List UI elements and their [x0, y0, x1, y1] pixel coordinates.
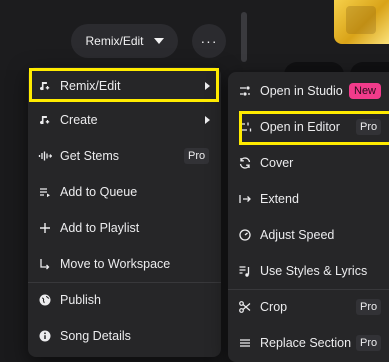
more-options-button[interactable]: ··· — [192, 24, 226, 58]
crop-icon — [238, 300, 252, 314]
menu-item-label: Get Stems — [60, 149, 120, 163]
menu-item-label: Use Styles & Lyrics — [260, 264, 368, 278]
create-icon — [38, 113, 52, 127]
song-context-menu: Remix/Edit Create Get Stems Pro Add to Q… — [28, 67, 221, 357]
menu-item-song-details[interactable]: Song Details — [28, 319, 221, 353]
chevron-right-icon — [205, 116, 210, 124]
menu-item-adjust-speed[interactable]: Adjust Speed — [228, 218, 389, 252]
more-icon: ··· — [200, 33, 218, 49]
info-icon — [38, 329, 52, 343]
menu-item-publish[interactable]: Publish — [28, 283, 221, 317]
menu-item-add-to-playlist[interactable]: Add to Playlist — [28, 211, 221, 245]
menu-item-create[interactable]: Create — [28, 103, 221, 137]
menu-item-label: Cover — [260, 156, 294, 170]
menu-item-label: Add to Playlist — [60, 221, 140, 235]
pro-badge: Pro — [356, 299, 382, 315]
extend-icon — [238, 192, 252, 206]
menu-item-label: Publish — [60, 293, 101, 307]
menu-item-replace-section[interactable]: Replace Section Pro — [228, 326, 389, 360]
styles-lyrics-icon — [238, 264, 252, 278]
scrollbar[interactable] — [241, 12, 247, 62]
remix-edit-button-label: Remix/Edit — [85, 34, 144, 48]
menu-item-cover[interactable]: Cover — [228, 146, 389, 180]
plus-icon — [38, 221, 52, 235]
stems-icon — [38, 149, 52, 163]
pro-badge: Pro — [356, 335, 382, 351]
menu-item-label: Extend — [260, 192, 299, 206]
queue-icon — [38, 185, 52, 199]
highlight-box-open-in-editor — [239, 111, 389, 145]
replace-icon — [238, 336, 252, 350]
menu-item-extend[interactable]: Extend — [228, 182, 389, 216]
menu-item-open-in-studio[interactable]: Open in Studio New — [228, 74, 389, 108]
speed-icon — [238, 228, 252, 242]
menu-item-label: Create — [60, 113, 98, 127]
studio-icon — [238, 84, 252, 98]
menu-item-get-stems[interactable]: Get Stems Pro — [28, 139, 221, 173]
highlight-box-remix-edit — [29, 68, 219, 102]
menu-item-move-to-workspace[interactable]: Move to Workspace — [28, 247, 221, 281]
cover-art-thumbnail[interactable] — [334, 0, 389, 44]
globe-icon — [38, 293, 52, 307]
move-icon — [38, 257, 52, 271]
menu-item-label: Crop — [260, 300, 288, 314]
pro-badge: Pro — [184, 148, 210, 164]
menu-item-label: Replace Section — [260, 336, 352, 350]
menu-item-crop[interactable]: Crop Pro — [228, 290, 389, 324]
menu-item-label: Adjust Speed — [260, 228, 335, 242]
menu-item-use-styles-lyrics[interactable]: Use Styles & Lyrics — [228, 254, 389, 288]
menu-item-label: Move to Workspace — [60, 257, 171, 271]
cover-icon — [238, 156, 252, 170]
menu-item-label: Song Details — [60, 329, 131, 343]
menu-item-label: Open in Studio — [260, 84, 343, 98]
new-badge: New — [349, 83, 382, 99]
menu-item-add-to-queue[interactable]: Add to Queue — [28, 175, 221, 209]
chevron-down-icon — [153, 38, 164, 44]
remix-edit-button[interactable]: Remix/Edit — [71, 24, 178, 58]
menu-item-label: Add to Queue — [60, 185, 138, 199]
